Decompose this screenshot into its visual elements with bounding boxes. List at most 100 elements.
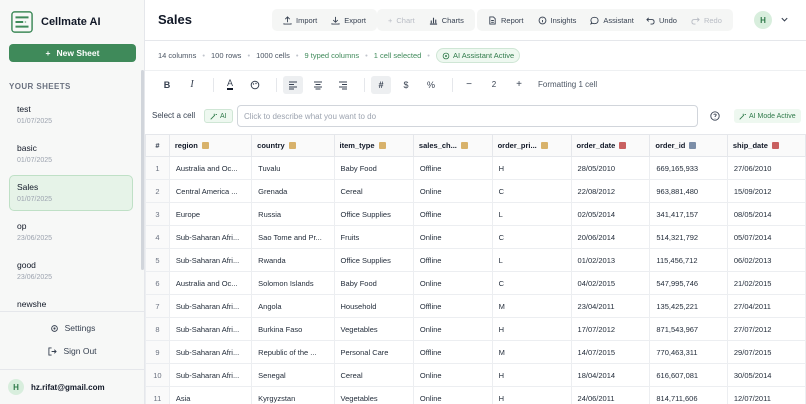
table-cell[interactable]: 616,607,081 — [649, 363, 728, 387]
number-format-button[interactable]: # — [371, 75, 391, 94]
sidebar-scrollbar[interactable] — [141, 70, 144, 270]
table-cell[interactable]: Asia — [168, 386, 253, 404]
table-cell[interactable]: Cereal — [333, 363, 414, 387]
ai-command-input[interactable] — [237, 105, 698, 127]
import-button[interactable]: Import — [276, 9, 324, 31]
table-cell[interactable]: 30/05/2014 — [726, 363, 806, 387]
table-cell[interactable]: Offline — [412, 156, 493, 180]
table-cell[interactable]: 871,543,967 — [649, 317, 728, 341]
table-cell[interactable]: 547,995,746 — [649, 271, 728, 295]
column-header-sales-channel[interactable]: sales_ch... — [412, 134, 493, 157]
table-cell[interactable]: Online — [412, 271, 493, 295]
currency-format-button[interactable]: $ — [396, 76, 416, 94]
table-cell[interactable]: 21/02/2015 — [726, 271, 806, 295]
sign-out-button[interactable]: Sign Out — [0, 343, 145, 359]
sheet-item[interactable]: newshe — [9, 292, 133, 307]
table-cell[interactable]: Grenada — [251, 179, 335, 203]
help-icon[interactable] — [710, 111, 720, 121]
table-cell[interactable]: Online — [412, 317, 493, 341]
table-cell[interactable]: 27/04/2011 — [726, 294, 806, 318]
table-cell[interactable]: Sao Tome and Pr... — [251, 225, 335, 249]
ai-toggle-button[interactable]: AI — [204, 109, 233, 123]
align-right-button[interactable] — [333, 76, 353, 94]
row-number[interactable]: 9 — [145, 340, 170, 364]
table-cell[interactable]: 06/02/2013 — [726, 248, 806, 272]
table-cell[interactable]: 135,425,221 — [649, 294, 728, 318]
italic-button[interactable]: I — [182, 76, 202, 94]
table-cell[interactable]: Office Supplies — [333, 248, 414, 272]
table-cell[interactable]: Personal Care — [333, 340, 414, 364]
sheet-item[interactable]: basic 01/07/2025 — [9, 136, 133, 172]
bold-button[interactable]: B — [157, 76, 177, 94]
table-cell[interactable]: H — [491, 386, 572, 404]
column-header-order-id[interactable]: order_id — [649, 134, 728, 157]
table-cell[interactable]: H — [491, 363, 572, 387]
column-header-ship-date[interactable]: ship_date — [726, 134, 806, 157]
table-cell[interactable]: Vegetables — [333, 317, 414, 341]
header-avatar[interactable]: H — [754, 11, 772, 29]
table-cell[interactable]: H — [491, 156, 572, 180]
table-cell[interactable]: Sub-Saharan Afri... — [168, 317, 253, 341]
table-cell[interactable]: Offline — [412, 340, 493, 364]
brand[interactable]: Cellmate AI — [11, 10, 101, 34]
table-cell[interactable]: 341,417,157 — [649, 202, 728, 226]
decrease-size-button[interactable]: − — [459, 76, 479, 94]
table-cell[interactable]: Online — [412, 363, 493, 387]
table-cell[interactable]: H — [491, 317, 572, 341]
table-cell[interactable]: Burkina Faso — [251, 317, 335, 341]
table-cell[interactable]: Online — [412, 225, 493, 249]
sheet-item[interactable]: test 01/07/2025 — [9, 97, 133, 133]
table-cell[interactable]: Sub-Saharan Afri... — [168, 225, 253, 249]
sheet-item-active[interactable]: Sales 01/07/2025 — [9, 175, 133, 211]
table-cell[interactable]: 12/07/2011 — [726, 386, 806, 404]
report-button[interactable]: Report — [481, 9, 531, 31]
row-number[interactable]: 4 — [145, 225, 170, 249]
table-cell[interactable]: 669,165,933 — [649, 156, 728, 180]
sheet-item[interactable]: op 23/06/2025 — [9, 214, 133, 250]
table-cell[interactable]: Angola — [251, 294, 335, 318]
table-cell[interactable]: C — [491, 271, 572, 295]
table-cell[interactable]: 18/04/2014 — [570, 363, 651, 387]
table-cell[interactable]: 514,321,792 — [649, 225, 728, 249]
table-cell[interactable]: Australia and Oc... — [168, 271, 253, 295]
table-cell[interactable]: C — [491, 179, 572, 203]
table-cell[interactable]: Sub-Saharan Afri... — [168, 340, 253, 364]
table-cell[interactable]: Baby Food — [333, 271, 414, 295]
table-cell[interactable]: 814,711,606 — [649, 386, 728, 404]
table-cell[interactable]: 01/02/2013 — [570, 248, 651, 272]
chevron-down-icon[interactable] — [780, 15, 789, 24]
table-cell[interactable]: 27/06/2010 — [726, 156, 806, 180]
table-cell[interactable]: 14/07/2015 — [570, 340, 651, 364]
table-cell[interactable]: 963,881,480 — [649, 179, 728, 203]
align-center-button[interactable] — [308, 76, 328, 94]
row-number[interactable]: 5 — [145, 248, 170, 272]
increase-size-button[interactable]: + — [509, 76, 529, 94]
table-cell[interactable]: Senegal — [251, 363, 335, 387]
export-button[interactable]: Export — [324, 9, 373, 31]
table-cell[interactable]: Sub-Saharan Afri... — [168, 363, 253, 387]
table-cell[interactable]: Rwanda — [251, 248, 335, 272]
table-cell[interactable]: 29/07/2015 — [726, 340, 806, 364]
table-cell[interactable]: Office Supplies — [333, 202, 414, 226]
table-cell[interactable]: L — [491, 202, 572, 226]
row-number[interactable]: 7 — [145, 294, 170, 318]
column-header-order-date[interactable]: order_date — [570, 134, 651, 157]
column-header-order-priority[interactable]: order_pri... — [491, 134, 572, 157]
row-number[interactable]: 1 — [145, 156, 170, 180]
column-header-item-type[interactable]: item_type — [333, 134, 414, 157]
table-cell[interactable]: Cereal — [333, 179, 414, 203]
table-cell[interactable]: 24/06/2011 — [570, 386, 651, 404]
table-cell[interactable]: 22/08/2012 — [570, 179, 651, 203]
row-number[interactable]: 2 — [145, 179, 170, 203]
table-cell[interactable]: Solomon Islands — [251, 271, 335, 295]
row-number[interactable]: 8 — [145, 317, 170, 341]
table-cell[interactable]: Offline — [412, 294, 493, 318]
table-cell[interactable]: 08/05/2014 — [726, 202, 806, 226]
table-cell[interactable]: 770,463,311 — [649, 340, 728, 364]
table-cell[interactable]: C — [491, 225, 572, 249]
text-color-button[interactable]: A — [220, 76, 240, 94]
settings-button[interactable]: Settings — [0, 320, 145, 336]
table-cell[interactable]: 02/05/2014 — [570, 202, 651, 226]
table-cell[interactable]: 20/06/2014 — [570, 225, 651, 249]
table-cell[interactable]: M — [491, 340, 572, 364]
